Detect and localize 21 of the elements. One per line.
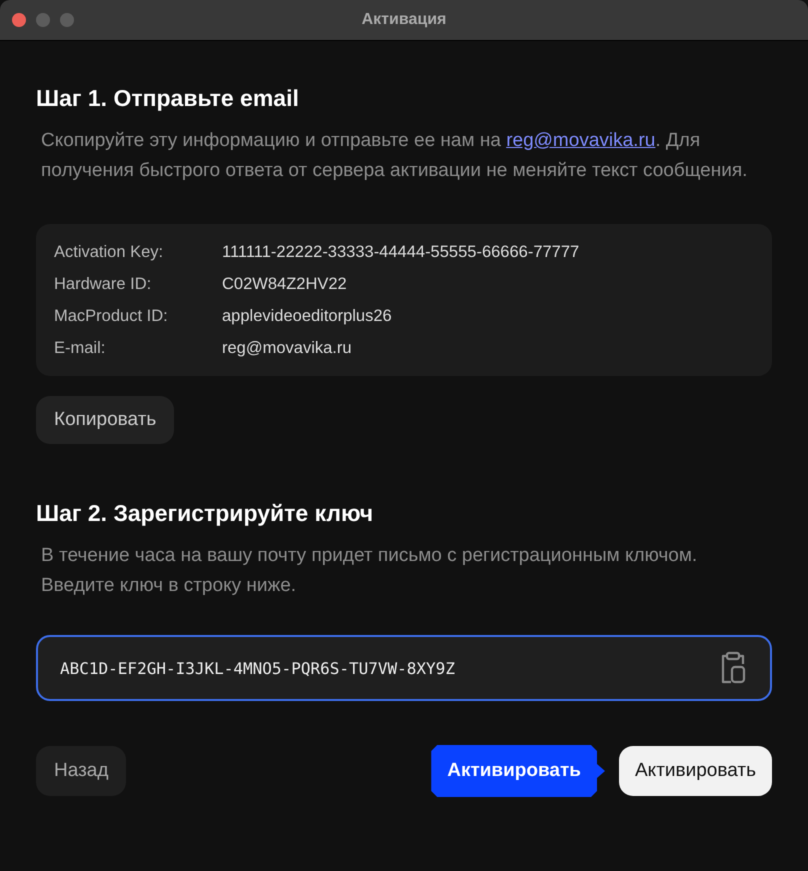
info-label: MacProduct ID:: [54, 306, 169, 327]
instructions-text: В течение часа на вашу почту придет письмо с регистрационным ключом. Введите ключ в строку ниже.: [41, 544, 698, 598]
info-label: E-mail:: [54, 338, 106, 359]
copy-button[interactable]: Копировать: [36, 396, 174, 444]
info-label: Hardware ID:: [54, 274, 152, 295]
step-heading: Шаг 1. Отправьте email: [36, 85, 300, 112]
instructions-text: Скопируйте эту информацию и отправьте ее нам на reg@movavika.ru. Для получения быстрого ответа от сервера активации не меняйте текст сообщения.: [41, 129, 748, 183]
activate-button[interactable]: Активировать: [619, 746, 772, 796]
info-value: reg@movavika.ru: [222, 338, 353, 359]
back-button[interactable]: Назад: [36, 746, 126, 796]
key-field[interactable]: ABC1D-EF2GH-I3JKL-4MNO5-PQR6S-TU7VW-8XY9Z: [36, 635, 772, 701]
info-label: Activation Key:: [54, 242, 164, 263]
info-value: C02W84Z2HV22: [222, 274, 348, 295]
info-value: applevideoeditorplus26: [222, 306, 393, 327]
close-button[interactable]: [12, 13, 26, 27]
callout-tooltip: Активировать: [431, 745, 605, 797]
step-heading: Шаг 2. Зарегистрируйте ключ: [36, 500, 374, 527]
info-value: 111111-22222-33333-44444-55555-66666-77777: [222, 242, 580, 263]
window-title: Активация: [362, 11, 446, 29]
email-link[interactable]: reg@movavika.ru: [506, 130, 656, 151]
paste-icon[interactable]: [720, 651, 746, 685]
